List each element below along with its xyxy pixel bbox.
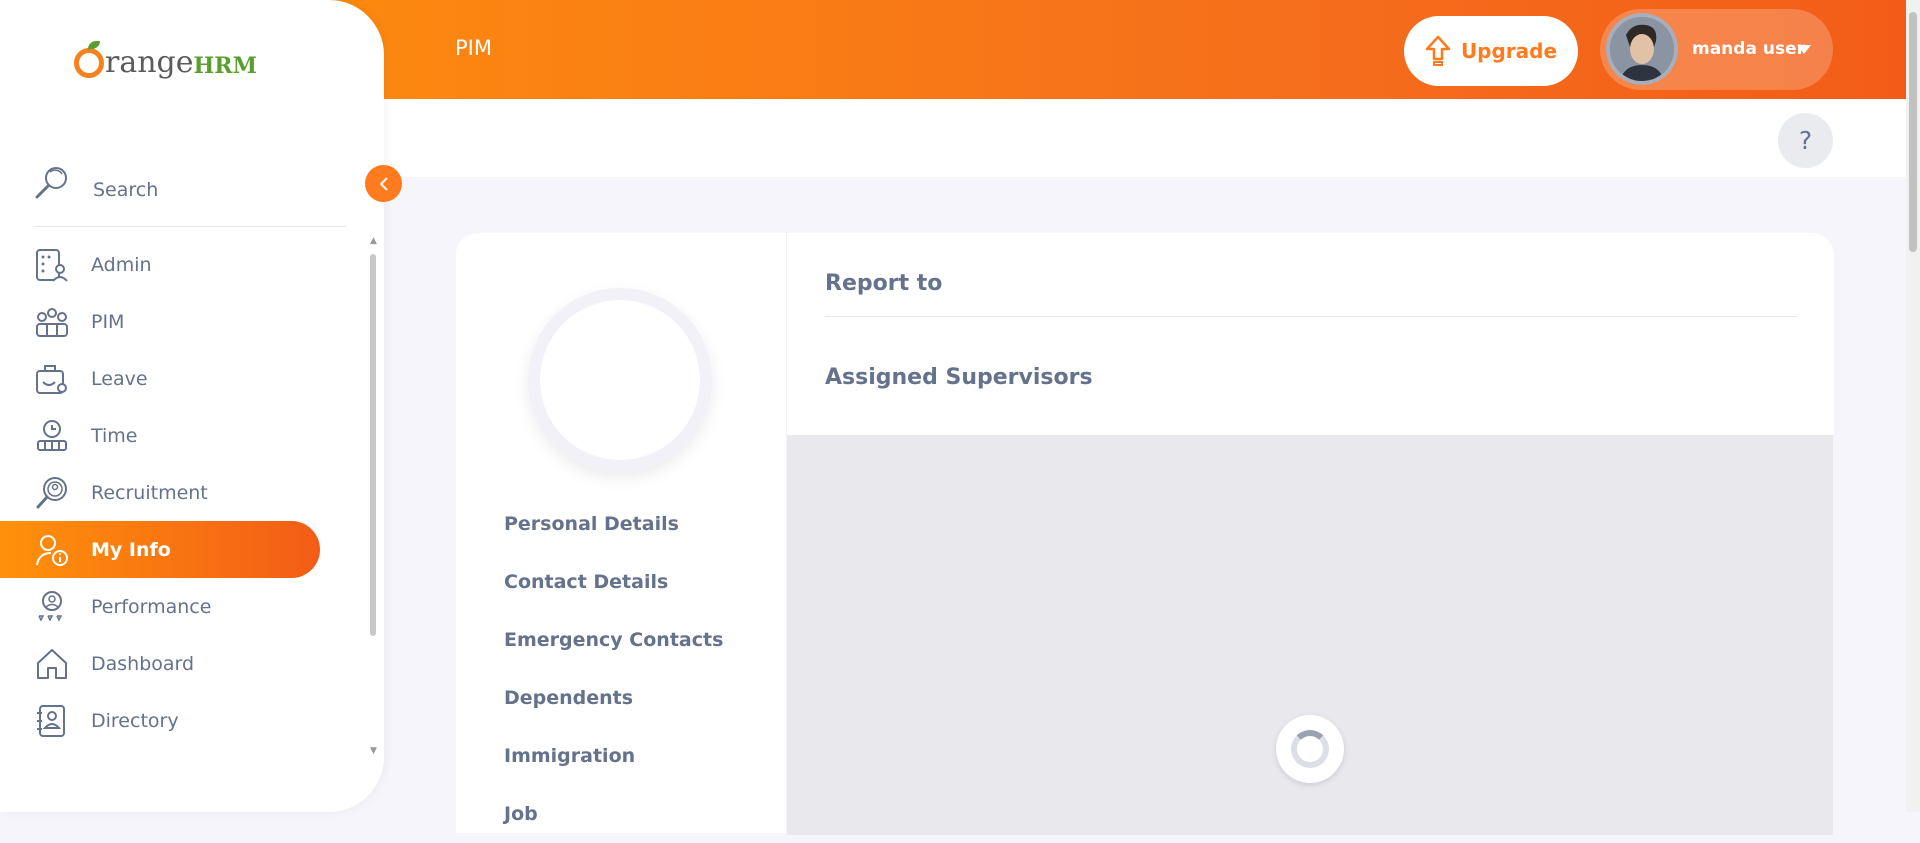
sidebar-item-label: Performance [91,595,212,618]
recruitment-icon [34,475,70,511]
sidebar-item-label: Directory [91,709,179,732]
user-name: manda user [1692,39,1805,59]
upgrade-arrow-icon [1425,35,1451,66]
caret-down-icon [1797,45,1811,54]
profile-picture[interactable] [528,288,712,472]
logo-o-icon [74,41,104,78]
performance-icon [34,589,70,625]
tab-job[interactable]: Job [504,785,723,843]
sidebar-item-time[interactable]: Time [0,407,360,464]
sidebar-item-label: Admin [91,253,152,276]
loading-spinner [1276,715,1344,783]
sidebar-item-label: Time [91,424,138,447]
leave-icon [34,361,70,397]
upgrade-label: Upgrade [1460,39,1558,63]
sidebar-item-label: Leave [91,367,148,390]
sidebar-collapse-button[interactable] [365,165,402,202]
sidebar-item-recruitment[interactable]: Recruitment [0,464,360,521]
pim-icon [34,304,70,340]
help-button[interactable]: ? [1778,113,1833,168]
sidebar-item-my-info[interactable]: My Info [0,521,320,578]
avatar [1606,13,1678,85]
tab-contact-details[interactable]: Contact Details [504,553,723,611]
home-icon [34,646,70,682]
directory-icon [34,703,70,739]
orangehrm-logo[interactable]: range HRM [74,41,257,78]
user-dropdown[interactable]: manda user [1600,9,1833,90]
sidebar-scroll-thumb[interactable] [370,254,376,636]
page-title: Report to [825,271,943,296]
tab-dependents[interactable]: Dependents [504,669,723,727]
search-icon [35,167,67,199]
upgrade-button[interactable]: Upgrade [1404,16,1578,86]
time-icon [34,418,70,454]
sidebar-item-pim[interactable]: PIM [0,293,360,350]
sidebar: range HRM Admin PIM Leave [0,0,384,812]
report-to-card: Report to Assigned Supervisors [786,233,1834,435]
page-scroll-thumb[interactable] [1909,12,1917,252]
profile-card: Personal Details Contact Details Emergen… [456,233,786,833]
tab-personal-details[interactable]: Personal Details [504,495,723,553]
scroll-down-icon[interactable]: ▼ [370,746,377,756]
divider [825,316,1797,317]
page-scrollbar[interactable] [1906,0,1920,812]
sidebar-item-performance[interactable]: Performance [0,578,360,635]
sidebar-item-label: Recruitment [91,481,208,504]
sidebar-search [34,164,346,227]
search-input[interactable] [91,174,335,206]
sidebar-item-label: PIM [91,310,125,333]
sidebar-item-dashboard[interactable]: Dashboard [0,635,360,692]
sidebar-item-leave[interactable]: Leave [0,350,360,407]
section-title-supervisors: Assigned Supervisors [825,365,1093,390]
profile-tabs: Personal Details Contact Details Emergen… [504,495,723,843]
sidebar-item-label: My Info [91,538,171,561]
sidebar-menu: Admin PIM Leave Time Recruitment My Info… [0,236,360,749]
tab-emergency-contacts[interactable]: Emergency Contacts [504,611,723,669]
admin-icon [34,247,70,283]
tab-immigration[interactable]: Immigration [504,727,723,785]
sidebar-item-label: Dashboard [91,652,195,675]
loading-overlay [787,435,1833,835]
chevron-left-icon [379,176,388,191]
sidebar-item-directory[interactable]: Directory [0,692,360,749]
my-info-icon [34,532,70,568]
sidebar-scrollbar[interactable]: ▲ ▼ [369,236,377,756]
sidebar-item-admin[interactable]: Admin [0,236,360,293]
scroll-up-icon[interactable]: ▲ [370,236,377,246]
module-title: PIM [455,36,492,60]
